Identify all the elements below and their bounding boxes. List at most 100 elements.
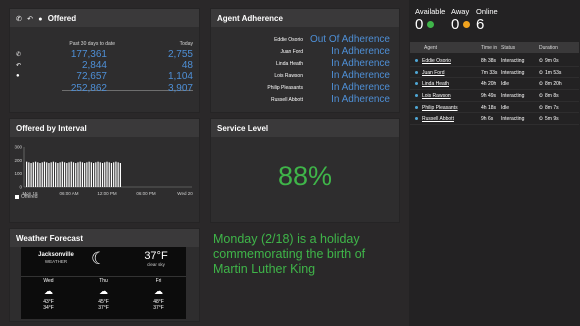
- bar: [55, 162, 57, 187]
- bar: [72, 162, 75, 187]
- bar: [32, 162, 34, 187]
- offered-row-chat: ● 72,657 1,104: [10, 71, 199, 82]
- bar: [61, 161, 63, 187]
- bar: [117, 162, 119, 187]
- forecast-day-name: Fri: [155, 278, 162, 284]
- service-header: Service Level: [211, 119, 399, 137]
- agent-name: Russell Abbott: [271, 97, 303, 103]
- forecast-day-name: Wed: [43, 278, 54, 284]
- offered-panel: ✆ ↶ ● Offered Past 30 days to date Today…: [9, 8, 200, 113]
- agent-name-link[interactable]: Lois Rawson: [422, 93, 451, 99]
- offered-30day-value: 72,657: [76, 71, 107, 82]
- bar: [110, 163, 113, 187]
- bar: [86, 162, 88, 187]
- agent-row[interactable]: Russell Abbott 9h 6s Interacting ⏲ 5m 9s: [410, 113, 579, 126]
- agent-row[interactable]: Juan Ford 7m 33s Interacting ⏲ 1m 53s: [410, 67, 579, 79]
- chart-legend: Offered: [15, 194, 38, 200]
- adherence-status: In Adherence: [331, 94, 390, 105]
- offered-row-total: 252,862 3,907: [10, 83, 199, 94]
- adherence-title: Agent Adherence: [217, 14, 283, 23]
- chat-icon: ●: [16, 73, 20, 79]
- legend-label: Offered: [21, 194, 38, 200]
- agent-name-link[interactable]: Russell Abbott: [422, 116, 454, 122]
- adherence-row: Linda Heath In Adherence: [211, 58, 399, 70]
- bar: [59, 162, 61, 187]
- callback-icon: ↶: [16, 63, 22, 69]
- clock-icon: ⏲: [539, 104, 543, 111]
- away-label: Away: [451, 7, 470, 16]
- forecast-low: 34°F: [43, 305, 54, 311]
- available-label: Available: [415, 7, 446, 16]
- adherence-row: Philip Pleasants In Adherence: [211, 82, 399, 94]
- agent-time-in: 9h 6s: [481, 116, 494, 123]
- clock-icon: ⏲: [539, 93, 543, 100]
- agent-time-in: 4h 18s: [481, 104, 497, 111]
- weather-subtitle: WEATHER: [44, 259, 68, 264]
- bar: [119, 163, 121, 187]
- phone-icon: ✆: [16, 52, 22, 58]
- agent-name-link[interactable]: Eddie Osorio: [422, 58, 451, 64]
- offered-by-interval-panel: Offered by Interval 300 200 100 0 Mon 18 06:…: [9, 118, 200, 223]
- bar: [34, 161, 37, 187]
- bar: [106, 161, 108, 187]
- clock-icon: ⏲: [539, 81, 543, 88]
- offered-col1-label: Past 30 days to date: [69, 41, 115, 47]
- bar: [97, 161, 99, 187]
- bar: [95, 162, 97, 187]
- offered-header: ✆ ↶ ● Offered: [10, 9, 199, 27]
- away-count: 0: [451, 16, 460, 33]
- agent-time-in: 4h 20h: [481, 81, 497, 88]
- forecast-day-name: Thu: [99, 278, 108, 284]
- bar: [90, 162, 92, 187]
- bar: [84, 163, 86, 187]
- y-tick-label: 100: [14, 171, 22, 176]
- status-dot: [415, 94, 418, 98]
- agent-name-link[interactable]: Philip Pleasants: [422, 105, 458, 111]
- agent-duration: 9m 0s: [545, 58, 559, 64]
- status-dot: [415, 59, 418, 62]
- offered-row-callback: ↶ 2,844 48: [10, 60, 199, 71]
- status-dot: [415, 117, 418, 121]
- adherence-row: Lois Rawson In Adherence: [211, 70, 399, 82]
- adherence-status: In Adherence: [331, 70, 390, 81]
- agent-row[interactable]: Philip Pleasants 4h 18s Idle ⏲ 8m 7s: [410, 102, 579, 114]
- bar: [92, 163, 95, 187]
- bar: [99, 162, 101, 187]
- col-duration: Duration: [539, 45, 558, 51]
- agent-status: Interacting: [501, 69, 525, 76]
- agent-row[interactable]: Lois Rawson 9h 49s Interacting ⏲ 8m 8s: [410, 90, 579, 102]
- bar: [52, 161, 55, 187]
- bar: [57, 163, 59, 187]
- agent-name-link[interactable]: Linda Heath: [422, 81, 449, 87]
- bar: [77, 162, 79, 187]
- agent-status: Interacting: [501, 58, 525, 64]
- y-tick-label: 200: [14, 158, 22, 163]
- adherence-row: Russell Abbott In Adherence: [211, 94, 399, 106]
- forecast-low: 37°F: [98, 305, 109, 311]
- phone-icon: ✆: [16, 16, 22, 23]
- agent-status: Interacting: [501, 93, 525, 100]
- x-tick-label: Wed 20: [177, 191, 193, 196]
- offered-title: Offered: [47, 14, 77, 23]
- offered-30day-value: 2,844: [81, 60, 107, 71]
- col-time-in: Time in: [481, 45, 498, 51]
- bar: [66, 163, 68, 187]
- agent-time-in: 7m 33s: [481, 69, 498, 76]
- bar: [46, 162, 48, 187]
- agent-row[interactable]: Linda Heath 4h 20h Idle ⏲ 8m 20h: [410, 78, 579, 91]
- offered-30day-value: 177,361: [70, 49, 107, 60]
- bar: [68, 162, 70, 187]
- agent-duration: 8m 7s: [545, 104, 559, 111]
- service-title: Service Level: [217, 124, 269, 133]
- current-desc: clear sky: [147, 262, 165, 267]
- online-label: Online: [476, 7, 498, 16]
- agent-duration: 1m 53s: [545, 69, 562, 76]
- offered-today-value: 48: [181, 60, 193, 71]
- bar: [41, 162, 43, 187]
- bar: [79, 161, 81, 187]
- cloud-icon: ☁: [154, 286, 163, 296]
- available-count: 0: [415, 16, 424, 33]
- agent-name-link[interactable]: Juan Ford: [422, 70, 445, 76]
- agent-row[interactable]: Eddie Osorio 8h 38s Interacting ⏲ 9m 0s: [410, 55, 579, 67]
- agent-duration: 8m 8s: [545, 93, 559, 100]
